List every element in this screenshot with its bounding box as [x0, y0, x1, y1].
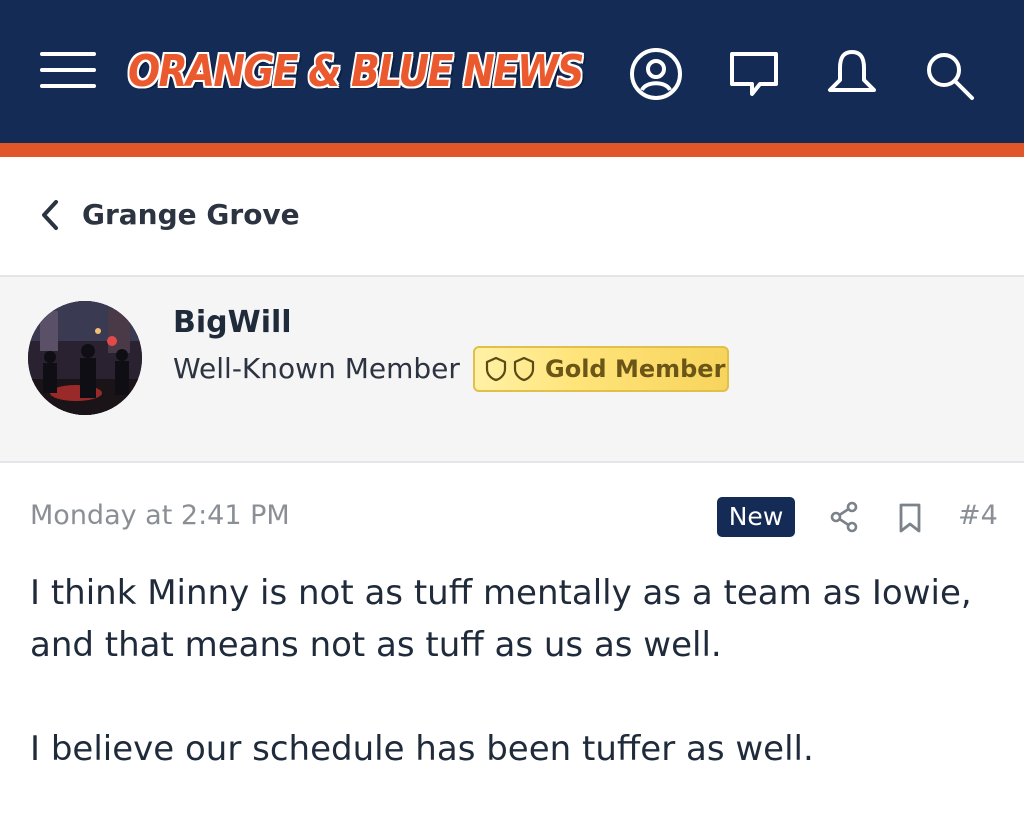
shield-icon: [485, 356, 507, 382]
share-icon[interactable]: [828, 500, 860, 534]
notifications-icon[interactable]: [824, 46, 880, 102]
post-body: I think Minny is not as tuff mentally as…: [30, 567, 1000, 827]
post-author-name[interactable]: BigWill: [173, 303, 292, 343]
search-icon[interactable]: [922, 46, 978, 102]
post-paragraph: I think Minny is not as tuff mentally as…: [30, 573, 972, 665]
breadcrumb: Grange Grove: [0, 157, 1024, 277]
badge-label: Gold Member: [545, 355, 726, 383]
header-accent-stripe: [0, 143, 1024, 157]
site-logo[interactable]: ORANGE & BLUE NEWS: [128, 44, 584, 100]
post-number[interactable]: #4: [958, 498, 998, 534]
menu-icon[interactable]: [40, 52, 96, 92]
site-header: ORANGE & BLUE NEWS: [0, 0, 1024, 143]
bookmark-icon[interactable]: [896, 501, 924, 535]
avatar[interactable]: [28, 301, 142, 415]
breadcrumb-forum-link[interactable]: Grange Grove: [82, 197, 300, 233]
shield-icon: [513, 356, 535, 382]
new-badge: New: [717, 497, 795, 537]
messages-icon[interactable]: [726, 46, 782, 102]
post-paragraph: I believe our schedule has been tuffer a…: [30, 729, 814, 769]
gold-member-badge: Gold Member: [473, 346, 729, 392]
post-timestamp[interactable]: Monday at 2:41 PM: [30, 498, 290, 534]
user-title: Well-Known Member: [173, 352, 460, 385]
post-author-block: BigWill Well-Known Member Gold Member: [0, 277, 1024, 463]
chevron-left-icon[interactable]: [38, 197, 64, 233]
account-icon[interactable]: [628, 46, 684, 102]
